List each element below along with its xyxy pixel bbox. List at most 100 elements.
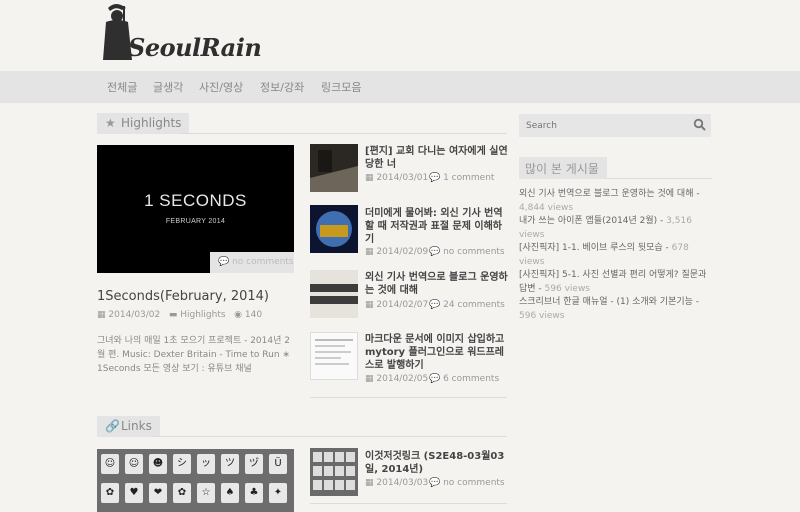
- keycap: ✿: [173, 483, 191, 503]
- comment-icon: 💬: [429, 300, 441, 310]
- post-thumbnail[interactable]: [310, 205, 358, 253]
- popular-posts-list: 외신 기사 번역으로 블로그 운영하는 것에 대해 - 4,844 views …: [519, 188, 714, 323]
- post-meta: ▦ 2014/03/01 💬 1 comment: [365, 173, 494, 183]
- post-comment-count[interactable]: 6 comments: [443, 374, 499, 384]
- featured-post-category[interactable]: Highlights: [180, 310, 225, 320]
- list-item: [사진픽자] 5-1. 사진 선별과 편리 어떻게? 질문과 답변 - 596 …: [519, 270, 707, 294]
- post-comment-count[interactable]: no comments: [443, 478, 505, 488]
- keycap: ヅ: [245, 454, 263, 474]
- comment-icon: 💬: [429, 247, 441, 257]
- post-thumbnail-photo: [310, 205, 358, 253]
- post-thumbnail-photo: [310, 144, 358, 192]
- popular-post-views: 596 views: [544, 283, 590, 294]
- calendar-icon: ▦: [365, 247, 374, 257]
- nav-item-photo-video[interactable]: 사진/영상: [199, 79, 243, 95]
- popular-posts-heading: 많이 본 게시물: [519, 157, 607, 179]
- post-meta: ▦ 2014/02/07 💬 24 comments: [365, 300, 505, 310]
- links-heading[interactable]: 🔗Links: [97, 416, 160, 437]
- popular-post-link[interactable]: 내가 쓰는 아이폰 앱들(2014년 2월): [519, 216, 657, 226]
- post-thumbnail[interactable]: [310, 332, 358, 380]
- calendar-icon: ▦: [365, 374, 374, 384]
- keycap: ☺: [125, 454, 143, 474]
- folder-icon: ▬: [168, 310, 178, 320]
- logo-wordmark: SeoulRain: [128, 33, 262, 62]
- nav-item-all[interactable]: 전체글: [107, 79, 137, 95]
- section-divider: [310, 503, 507, 504]
- search-input[interactable]: [519, 114, 689, 137]
- list-item: 내가 쓰는 아이폰 앱들(2014년 2월) - 3,516 views: [519, 216, 692, 240]
- post-meta: ▦ 2014/02/05 💬 6 comments: [365, 374, 499, 384]
- calendar-icon: ▦: [365, 173, 374, 183]
- keycap: ♥: [125, 483, 143, 503]
- keycap: ☻: [149, 454, 167, 474]
- comment-icon: 💬: [429, 478, 441, 488]
- keycap: ❤: [149, 483, 167, 503]
- post-title[interactable]: 외신 기사 번역으로 블로그 운영하는 것에 대해: [365, 271, 510, 297]
- post-thumbnail-photo: [310, 448, 358, 496]
- post-title[interactable]: 이것저것링크 (S2E48-03월03일, 2014년): [365, 450, 510, 476]
- featured-image-subtitle: FEBRUARY 2014: [165, 218, 226, 225]
- comment-icon: 💬: [429, 374, 441, 384]
- post-date: 2014/03/03: [376, 478, 429, 488]
- calendar-icon: ▦: [365, 300, 374, 310]
- keycap: Ü: [269, 454, 287, 474]
- post-thumbnail-photo: [310, 270, 358, 318]
- post-thumbnail[interactable]: [310, 144, 358, 192]
- highlights-heading-label: Highlights: [121, 116, 182, 130]
- section-divider: [310, 397, 507, 398]
- popular-post-link[interactable]: 스크리브너 한글 매뉴얼 - (1) 소개와 기본기능: [519, 297, 693, 307]
- post-title[interactable]: 더미에게 물어봐: 외신 기사 번역할 때 저작권과 표절 문제 이해하기: [365, 207, 510, 246]
- post-date: 2014/02/05: [376, 374, 429, 384]
- post-comment-count[interactable]: no comments: [443, 247, 505, 257]
- eye-icon: ◉: [234, 310, 243, 320]
- post-thumbnail-photo: [311, 333, 357, 379]
- comment-icon: 💬: [218, 257, 230, 267]
- keycap: ✦: [269, 483, 287, 503]
- list-item: 외신 기사 번역으로 블로그 운영하는 것에 대해 - 4,844 views: [519, 189, 700, 213]
- calendar-icon: ▦: [365, 478, 374, 488]
- post-date: 2014/02/09: [376, 247, 429, 257]
- keycap: ♣: [245, 483, 263, 503]
- list-item: [사진픽자] 1-1. 베이브 루스의 뒷모습 - 678 views: [519, 243, 689, 267]
- featured-post-date: 2014/03/02: [108, 310, 161, 320]
- nav-item-thoughts[interactable]: 글생각: [153, 79, 183, 95]
- post-title[interactable]: [편지] 교회 다니는 여자에게 실연당한 너: [365, 145, 510, 171]
- featured-image-title: 1 SECONDS: [144, 191, 247, 210]
- post-comment-count[interactable]: 24 comments: [443, 300, 505, 310]
- star-icon: ★: [105, 116, 116, 130]
- featured-post-excerpt: 그녀와 나의 매일 1초 모으기 프로젝트 - 2014년 2월 편. Musi…: [97, 336, 290, 374]
- site-logo[interactable]: SeoulRain: [100, 2, 262, 64]
- post-thumbnail[interactable]: [310, 270, 358, 318]
- featured-post-title[interactable]: 1Seconds(February, 2014): [97, 289, 269, 304]
- featured-comment-badge[interactable]: 💬 no comments: [210, 252, 294, 273]
- keycap: ♠: [221, 483, 239, 503]
- post-title[interactable]: 마크다운 문서에 이미지 삽입하고 mytory 플러그인으로 워드프레스로 발…: [365, 333, 510, 372]
- search-box: [519, 114, 711, 137]
- search-icon[interactable]: [693, 118, 706, 131]
- main-navigation: 전체글 글생각 사진/영상 정보/강좌 링크모음: [0, 71, 800, 103]
- highlights-heading[interactable]: ★ Highlights: [97, 113, 190, 134]
- section-divider: [152, 436, 507, 437]
- list-item: 스크리브너 한글 매뉴얼 - (1) 소개와 기본기능 - 596 views: [519, 297, 700, 321]
- post-date: 2014/03/01: [376, 173, 429, 183]
- featured-comment-count: no comments: [232, 257, 294, 267]
- keycap: ツ: [221, 454, 239, 474]
- post-meta: ▦ 2014/03/03 💬 no comments: [365, 478, 505, 488]
- popular-post-link[interactable]: 외신 기사 번역으로 블로그 운영하는 것에 대해: [519, 189, 694, 199]
- links-featured-image[interactable]: ☺ ☺ ☻ シ ッ ツ ヅ Ü ✿ ♥ ❤ ✿ ☆ ♠ ♣ ✦: [97, 449, 294, 512]
- featured-post-meta: ▦ 2014/03/02 ▬ Highlights ◉ 140: [97, 310, 262, 320]
- featured-post-image[interactable]: 1 SECONDS FEBRUARY 2014 💬 no comments: [97, 145, 294, 273]
- calendar-icon: ▦: [97, 310, 106, 320]
- nav-item-info-tutorial[interactable]: 정보/강좌: [260, 79, 304, 95]
- keycap: ☆: [197, 483, 215, 503]
- popular-post-link[interactable]: [사진픽자] 1-1. 베이브 루스의 뒷모습: [519, 243, 663, 253]
- keycap: ッ: [197, 454, 215, 474]
- nav-item-links[interactable]: 링크모음: [321, 79, 361, 95]
- popular-post-views: 596 views: [519, 310, 565, 321]
- post-date: 2014/02/07: [376, 300, 429, 310]
- post-comment-count[interactable]: 1 comment: [443, 173, 494, 183]
- section-divider: [180, 133, 507, 134]
- keycap: シ: [173, 454, 191, 474]
- post-thumbnail[interactable]: [310, 448, 358, 496]
- link-icon: 🔗: [105, 419, 120, 433]
